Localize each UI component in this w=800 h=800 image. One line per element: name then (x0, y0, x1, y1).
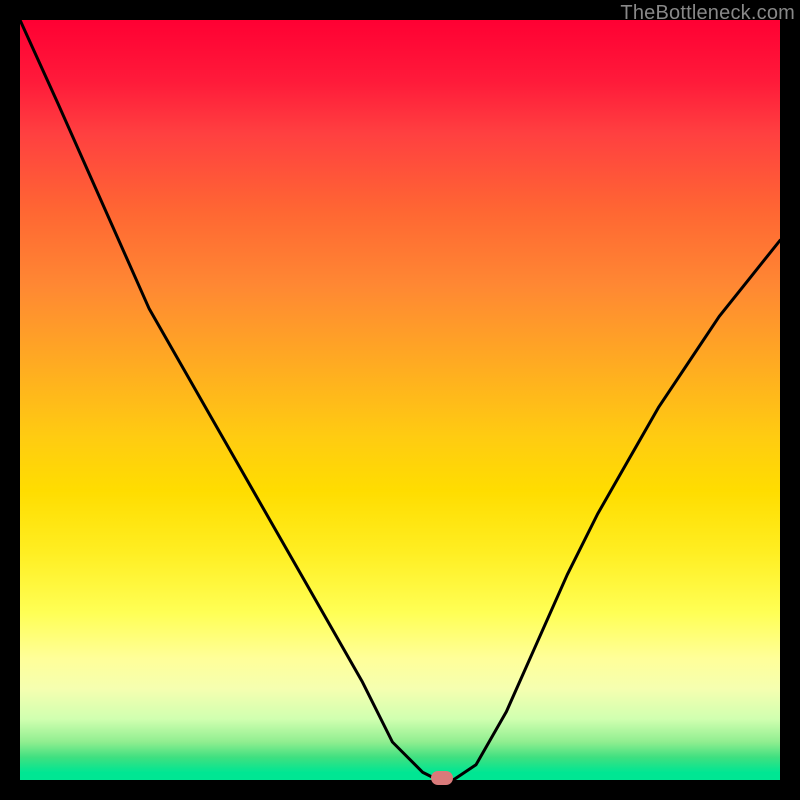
watermark-text: TheBottleneck.com (620, 2, 795, 25)
minimum-marker (431, 771, 453, 785)
chart-plot-area (20, 20, 780, 780)
chart-curve (20, 20, 780, 780)
